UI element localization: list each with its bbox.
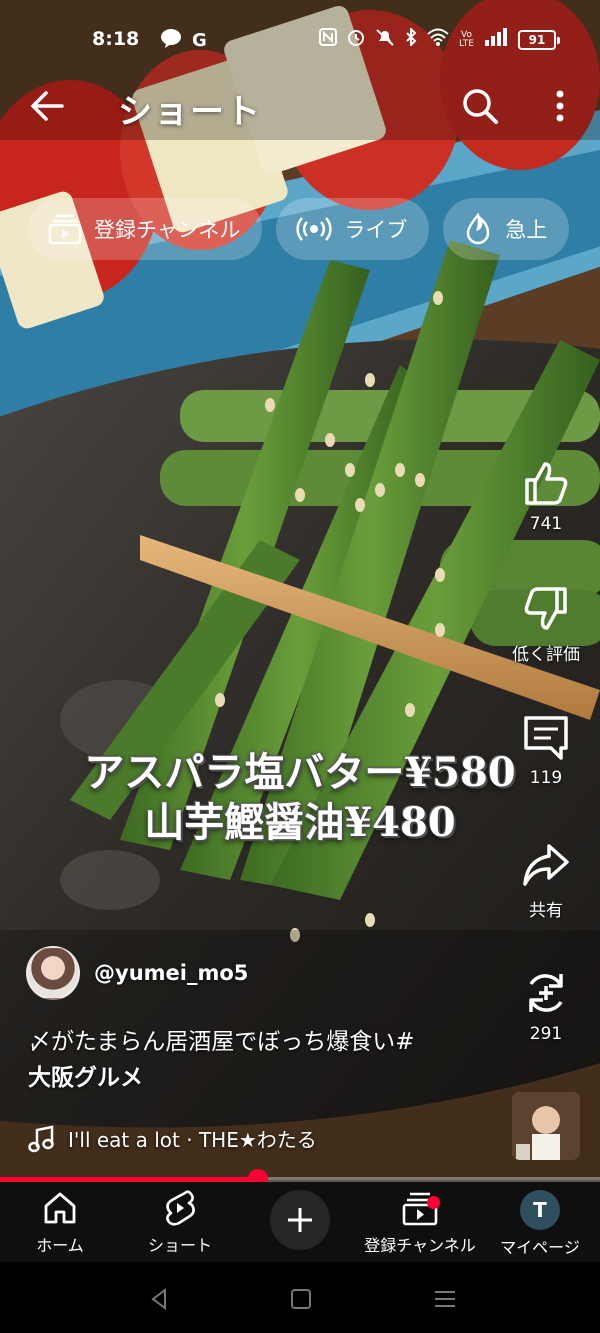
trending-icon xyxy=(467,213,490,245)
back-arrow-icon xyxy=(31,91,64,121)
sound-thumbnail[interactable] xyxy=(512,1092,580,1160)
search-button[interactable] xyxy=(460,86,500,126)
comment-count: 119 xyxy=(529,768,563,788)
system-back-icon xyxy=(151,1288,166,1310)
system-navigation-bar xyxy=(0,1262,600,1333)
signal-icon xyxy=(484,28,508,51)
system-menu-icon xyxy=(435,1291,455,1307)
shorts-icon xyxy=(166,1190,195,1226)
more-options-button[interactable] xyxy=(545,86,575,126)
page-title: ショート xyxy=(118,92,262,132)
system-home-icon xyxy=(291,1289,311,1309)
bottom-navigation: ホーム ショート 登録チャンネル T マイページ xyxy=(0,1182,600,1262)
chip-label: 急上 xyxy=(505,218,548,242)
share-button[interactable]: 共有 xyxy=(500,840,592,921)
dislike-button[interactable]: 低く評価 xyxy=(500,584,592,665)
volte-icon: Vo LTE xyxy=(459,29,474,49)
channel-avatar[interactable] xyxy=(26,946,80,1000)
channel-handle[interactable]: @yumei_mo5 xyxy=(94,961,248,985)
chip-live[interactable]: ライブ xyxy=(276,198,430,260)
like-button[interactable]: 741 xyxy=(500,458,592,534)
sound-thumbnail-image xyxy=(512,1092,580,1160)
chip-label: 登録チャンネル xyxy=(94,218,241,242)
share-icon xyxy=(523,844,569,886)
bluetooth-icon xyxy=(405,26,417,51)
chip-trending[interactable]: 急上 xyxy=(443,198,570,260)
video-description[interactable]: 〆がたまらん居酒屋でぼっち爆食い# 大阪グルメ xyxy=(28,1024,498,1096)
chip-subscriptions[interactable]: 登録チャンネル xyxy=(28,198,263,260)
nav-subscriptions-label: 登録チャンネル xyxy=(364,1236,476,1255)
description-text: 〆がたまらん居酒屋でぼっち爆食い# xyxy=(28,1029,415,1055)
back-button[interactable] xyxy=(28,84,68,128)
system-home-button[interactable] xyxy=(286,1284,316,1314)
more-vertical-icon xyxy=(556,90,564,122)
comment-icon xyxy=(524,716,568,760)
nav-shorts[interactable]: ショート xyxy=(120,1190,240,1256)
thumbs-up-icon xyxy=(525,462,568,505)
hashtag-link[interactable]: 大阪グルメ xyxy=(28,1060,498,1096)
google-icon: G xyxy=(192,29,207,51)
music-note-icon xyxy=(28,1124,54,1152)
remix-button[interactable]: 291 xyxy=(500,968,592,1044)
comments-button[interactable]: 119 xyxy=(500,712,592,788)
like-count: 741 xyxy=(529,514,563,534)
status-bar: 8:18 G Vo LTE 91 xyxy=(0,0,600,80)
remix-count: 291 xyxy=(529,1024,563,1044)
status-system-icons: Vo LTE 91 xyxy=(319,26,560,51)
search-icon xyxy=(463,89,498,124)
nav-shorts-label: ショート xyxy=(147,1236,212,1255)
status-notification-icons: G xyxy=(160,28,207,53)
thumbs-down-icon xyxy=(524,587,567,630)
subscriptions-icon xyxy=(48,214,82,245)
nav-subscriptions[interactable]: 登録チャンネル xyxy=(360,1190,480,1256)
nav-home[interactable]: ホーム xyxy=(0,1190,120,1256)
nfc-icon xyxy=(319,28,338,51)
shorts-header: ショート xyxy=(0,78,600,138)
battery-indicator: 91 xyxy=(518,29,560,50)
nav-you-label: マイページ xyxy=(500,1238,580,1257)
system-back-button[interactable] xyxy=(145,1284,175,1314)
plus-icon xyxy=(288,1208,312,1232)
account-avatar: T xyxy=(520,1190,560,1230)
music-title: I'll eat a lot · THE★わたる xyxy=(68,1128,317,1152)
line-icon xyxy=(160,28,182,53)
system-menu-button[interactable] xyxy=(430,1284,460,1314)
home-icon xyxy=(44,1192,76,1224)
feed-filter-chips: 登録チャンネル ライブ 急上 xyxy=(28,198,570,260)
nav-home-label: ホーム xyxy=(36,1236,84,1255)
dislike-label: 低く評価 xyxy=(512,645,580,665)
share-label: 共有 xyxy=(529,901,563,921)
wifi-icon xyxy=(427,28,449,51)
chip-label: ライブ xyxy=(344,218,408,242)
channel-info: @yumei_mo5 xyxy=(26,946,248,1000)
music-info[interactable]: I'll eat a lot · THE★わたる xyxy=(28,1124,317,1153)
remix-icon xyxy=(529,974,563,1012)
alarm-icon xyxy=(347,28,365,51)
subscriptions-new-badge xyxy=(427,1196,440,1209)
mute-icon xyxy=(375,28,395,51)
status-time: 8:18 xyxy=(92,28,140,50)
nav-you[interactable]: T マイページ xyxy=(480,1190,600,1258)
create-button[interactable] xyxy=(270,1190,330,1250)
live-icon xyxy=(296,217,333,241)
